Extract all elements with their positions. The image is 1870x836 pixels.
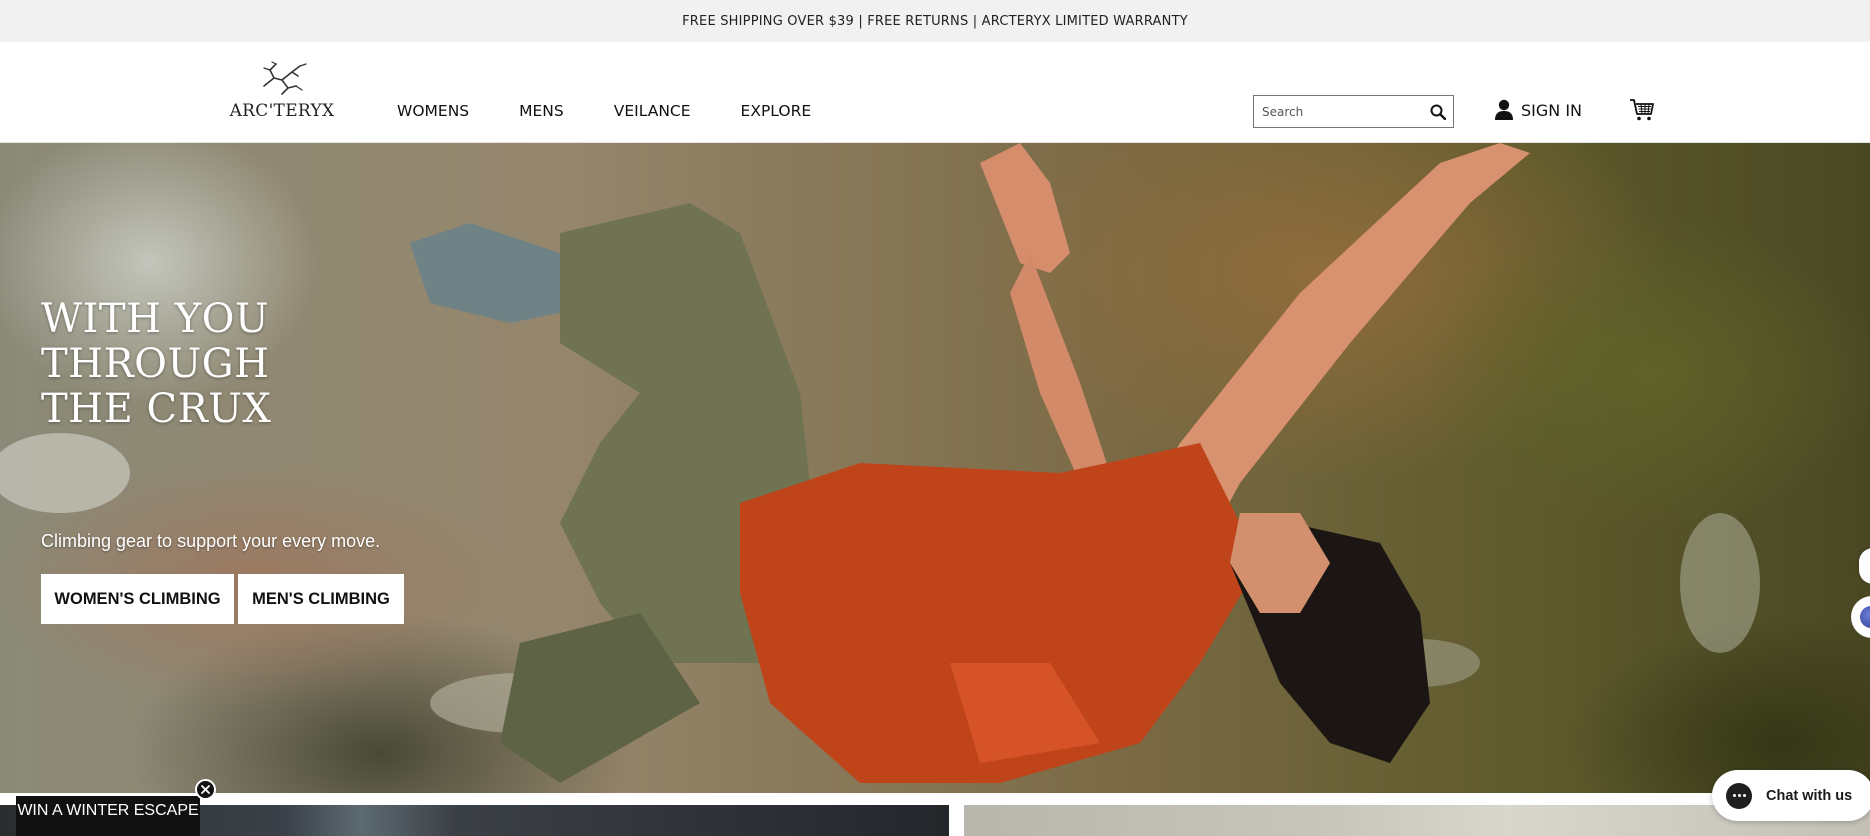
archaeopteryx-logo-icon (263, 61, 307, 95)
hero-title: WITH YOU THROUGH THE CRUX (41, 297, 271, 432)
nav-explore[interactable]: EXPLORE (741, 102, 812, 120)
sign-in-link[interactable]: SIGN IN (1494, 99, 1582, 121)
search-icon[interactable] (1423, 97, 1453, 127)
user-icon (1495, 99, 1513, 120)
badge-icon (1860, 606, 1870, 628)
announcement-bar: FREE SHIPPING OVER $39 | FREE RETURNS | … (0, 0, 1870, 42)
mens-climbing-button[interactable]: MEN'S CLIMBING (238, 574, 404, 624)
announcement-text: FREE SHIPPING OVER $39 | FREE RETURNS | … (682, 13, 1188, 29)
hero-banner: WITH YOU THROUGH THE CRUX Climbing gear … (0, 143, 1870, 793)
site-header: ARC'TERYX WOMENS MENS VEILANCE EXPLORE S… (0, 42, 1870, 143)
nav-mens[interactable]: MENS (519, 102, 564, 120)
hero-title-line: THROUGH (41, 341, 270, 387)
main-nav: WOMENS MENS VEILANCE EXPLORE (397, 102, 811, 120)
search-box (1253, 95, 1454, 128)
hero-title-line: THE CRUX (41, 386, 272, 432)
nav-womens[interactable]: WOMENS (397, 102, 469, 120)
hero-subtitle: Climbing gear to support your every move… (41, 531, 381, 551)
brand-logo[interactable]: ARC'TERYX (230, 60, 334, 126)
hero-climber-image (0, 143, 1760, 783)
womens-climbing-button[interactable]: WOMEN'S CLIMBING (41, 574, 234, 624)
search-input[interactable] (1254, 96, 1423, 127)
promo-banner[interactable]: WIN A WINTER ESCAPE (16, 796, 200, 836)
brand-wordmark: ARC'TERYX (229, 101, 335, 121)
close-icon[interactable] (195, 779, 216, 800)
cart-icon[interactable] (1629, 97, 1655, 123)
chat-bubble-icon (1726, 782, 1752, 809)
chat-label: Chat with us (1766, 787, 1853, 804)
nav-veilance[interactable]: VEILANCE (614, 102, 691, 120)
hero-title-line: WITH YOU (41, 296, 270, 342)
hero-cta-group: WOMEN'S CLIMBING MEN'S CLIMBING (41, 574, 404, 624)
sign-in-label: SIGN IN (1521, 100, 1583, 120)
chat-widget-button[interactable]: Chat with us (1712, 770, 1870, 821)
